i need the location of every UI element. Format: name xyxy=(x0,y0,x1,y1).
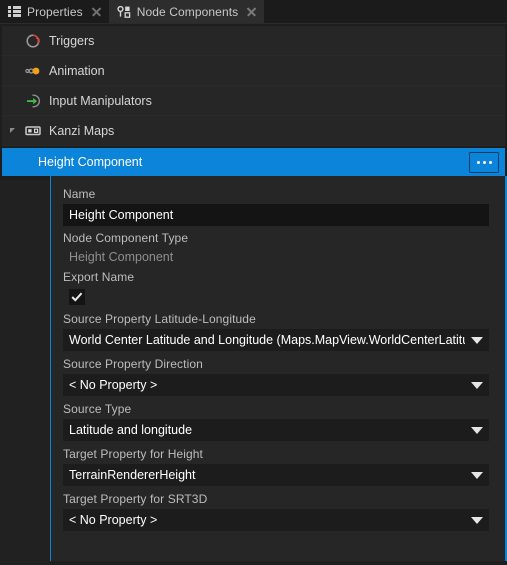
caret-placeholder xyxy=(8,95,20,107)
field-export-name-label: Export Name xyxy=(63,270,135,284)
chevron-down-icon xyxy=(471,426,483,434)
animation-icon xyxy=(23,63,43,79)
list-item-animation[interactable]: Animation xyxy=(2,56,505,86)
target-property-for-height-select[interactable]: TerrainRendererHeight xyxy=(63,464,489,486)
field-target-property-for-srt3d-label: Target Property for SRT3D xyxy=(63,492,208,506)
target-property-for-srt3d-select[interactable]: < No Property > xyxy=(63,509,489,531)
expand-caret-icon[interactable] xyxy=(8,125,20,137)
ellipsis-dot xyxy=(482,161,486,164)
export-name-checkbox[interactable] xyxy=(69,289,85,305)
chevron-down-icon xyxy=(471,516,483,524)
tab-properties[interactable]: Properties xyxy=(0,0,109,23)
list-item-kanzi-maps-label: Kanzi Maps xyxy=(49,123,115,138)
field-node-component-type: Node Component Type Height Component xyxy=(51,228,505,267)
component-category-list: Triggers Animation Input Manipulators Ka… xyxy=(0,24,507,176)
tab-node-components-label: Node Components xyxy=(136,4,239,19)
ellipsis-dot xyxy=(488,161,492,164)
source-property-direction-select[interactable]: < No Property > xyxy=(63,374,489,396)
list-icon xyxy=(8,6,21,17)
list-item-height-component[interactable]: Height Component xyxy=(2,148,505,176)
ellipsis-dot xyxy=(476,161,480,164)
source-property-latitude-longitude-select[interactable]: World Center Latitude and Longitude (Map… xyxy=(63,329,489,351)
field-source-type: Source Type Latitude and longitude xyxy=(51,399,505,441)
source-type-select[interactable]: Latitude and longitude xyxy=(63,419,489,441)
chevron-down-icon xyxy=(471,336,483,344)
list-item-height-component-label: Height Component xyxy=(38,155,143,169)
kanzi-maps-icon xyxy=(23,124,43,137)
triggers-icon xyxy=(23,33,43,49)
tab-properties-label: Properties xyxy=(27,4,83,19)
select-value: Latitude and longitude xyxy=(69,423,193,437)
field-source-property-direction-label: Source Property Direction xyxy=(63,357,203,371)
field-name: Name Height Component xyxy=(51,184,505,226)
tab-properties-close-icon[interactable] xyxy=(91,6,102,17)
ellipsis-button[interactable] xyxy=(469,152,499,173)
tab-node-components-close-icon[interactable] xyxy=(246,6,257,17)
chevron-down-icon xyxy=(471,471,483,479)
node-components-panel: Properties Node Components Triggers Anim… xyxy=(0,0,507,565)
field-target-property-for-height: Target Property for Height TerrainRender… xyxy=(51,444,505,486)
select-value: World Center Latitude and Longitude (Map… xyxy=(69,333,465,347)
field-source-property-latitude-longitude-label: Source Property Latitude-Longitude xyxy=(63,312,256,326)
select-value: < No Property > xyxy=(69,513,158,527)
select-value: < No Property > xyxy=(69,378,158,392)
field-source-type-label: Source Type xyxy=(63,402,132,416)
list-item-triggers[interactable]: Triggers xyxy=(2,26,505,56)
field-target-property-for-height-label: Target Property for Height xyxy=(63,447,203,461)
caret-placeholder xyxy=(8,65,20,77)
list-item-input-manipulators[interactable]: Input Manipulators xyxy=(2,86,505,116)
field-name-label: Name xyxy=(63,187,96,201)
list-item-kanzi-maps[interactable]: Kanzi Maps xyxy=(2,116,505,146)
field-node-component-type-label: Node Component Type xyxy=(63,231,189,245)
property-editor: Name Height Component Node Component Typ… xyxy=(50,176,507,561)
name-input[interactable]: Height Component xyxy=(63,204,489,226)
caret-placeholder xyxy=(8,35,20,47)
input-manipulators-icon xyxy=(23,93,43,109)
field-target-property-for-srt3d: Target Property for SRT3D < No Property … xyxy=(51,489,505,531)
select-value: TerrainRendererHeight xyxy=(69,468,196,482)
tab-bar: Properties Node Components xyxy=(0,0,507,24)
chevron-down-icon xyxy=(471,381,483,389)
list-item-input-manipulators-label: Input Manipulators xyxy=(49,93,152,108)
field-export-name: Export Name xyxy=(51,267,505,305)
tab-node-components[interactable]: Node Components xyxy=(108,0,265,23)
editor-gutter xyxy=(0,180,50,565)
node-components-icon xyxy=(117,5,131,18)
field-source-property-direction: Source Property Direction < No Property … xyxy=(51,354,505,396)
list-item-triggers-label: Triggers xyxy=(49,33,95,48)
node-component-type-value: Height Component xyxy=(69,250,174,264)
field-source-property-latitude-longitude: Source Property Latitude-Longitude World… xyxy=(51,309,505,351)
checkmark-icon xyxy=(71,292,83,302)
list-item-animation-label: Animation xyxy=(49,63,105,78)
